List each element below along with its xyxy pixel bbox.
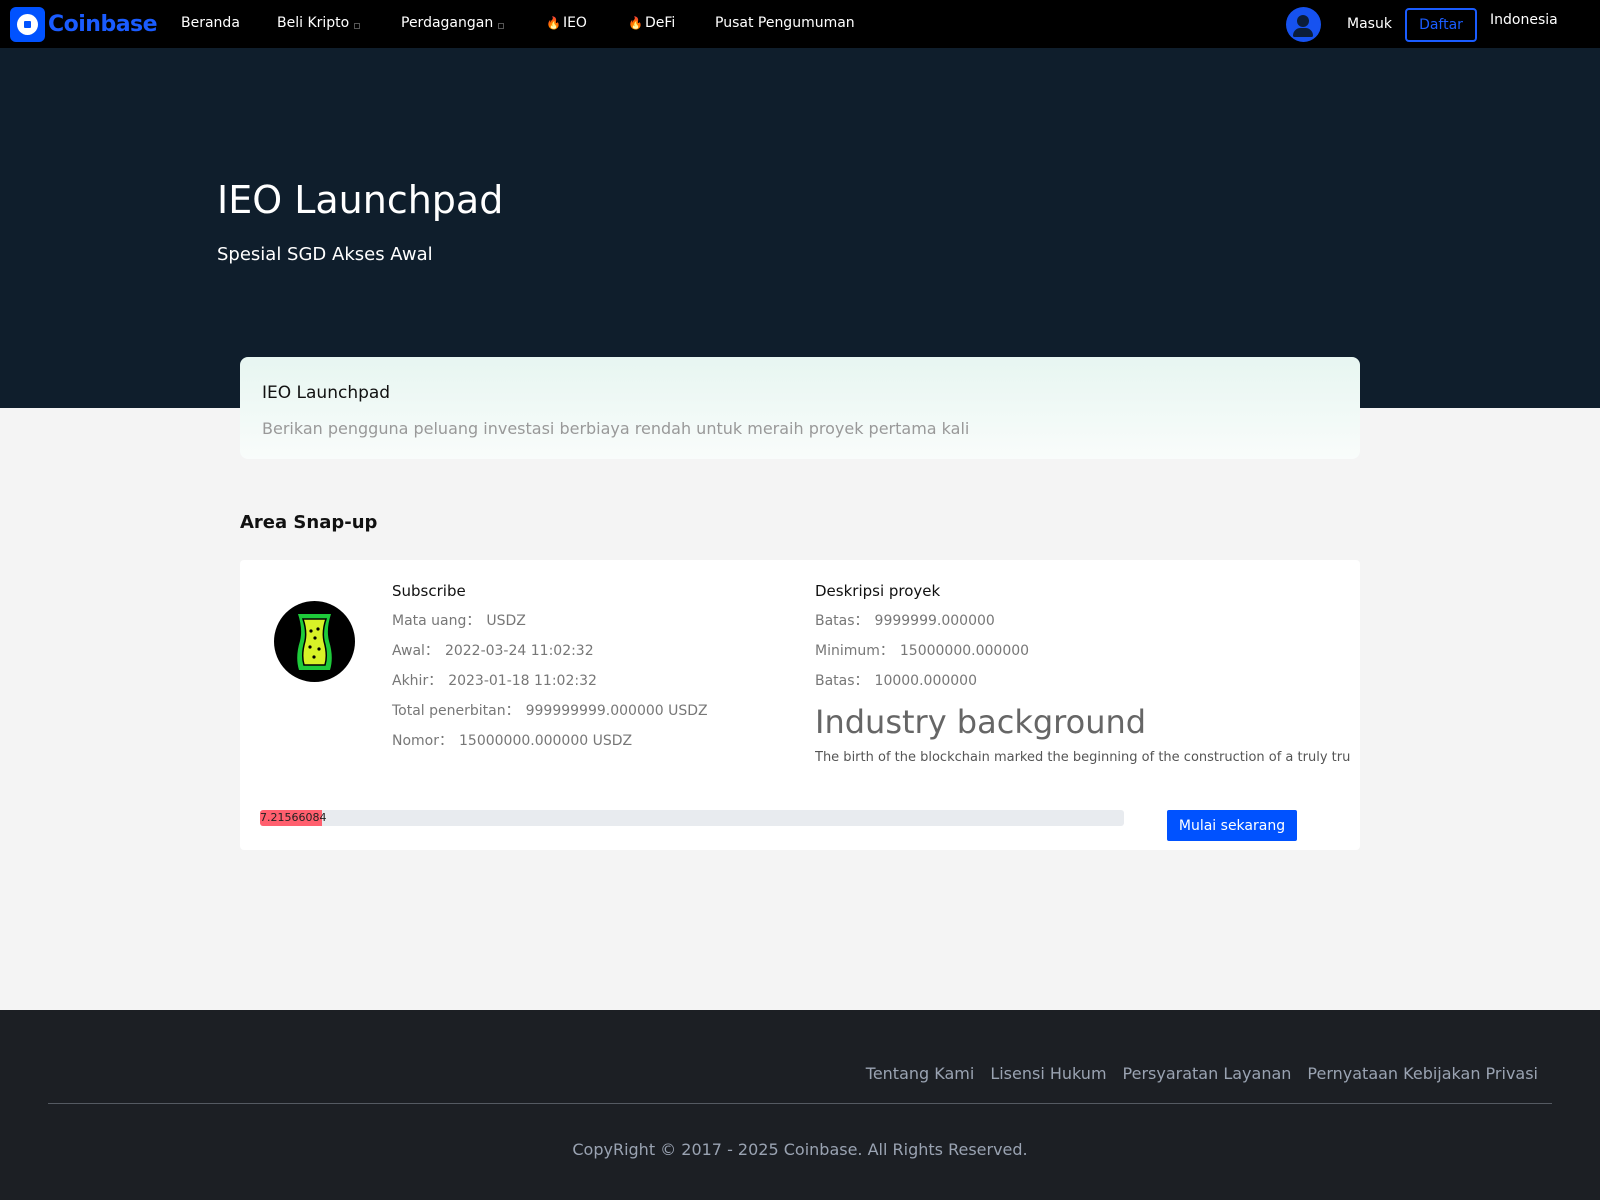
hero-banner: IEO Launchpad Spesial SGD Akses Awal <box>0 48 1600 408</box>
nav-item-defi[interactable]: 🔥 DeFi <box>628 15 675 31</box>
subscribe-info: Subscribe Mata uang： USDZ Awal： 2022-03-24… <box>392 576 792 756</box>
beer-glass-icon <box>274 601 355 682</box>
footer: Tentang Kami Lisensi Hukum Persyaratan L… <box>0 1010 1600 1200</box>
info-label: Nomor： <box>392 733 453 749</box>
footer-link-privacy[interactable]: Pernyataan Kebijakan Privasi <box>1307 1064 1538 1083</box>
footer-links: Tentang Kami Lisensi Hukum Persyaratan L… <box>866 1064 1538 1083</box>
nav-label: IEO <box>562 15 587 31</box>
intro-card: IEO Launchpad Berikan pengguna peluang i… <box>240 357 1360 459</box>
info-label: Batas： <box>815 673 869 689</box>
nav-item-beli-kripto[interactable]: Beli Kripto <box>277 15 361 31</box>
intro-description: Berikan pengguna peluang investasi berbi… <box>262 419 970 438</box>
nav-label: Beli Kripto <box>277 15 350 31</box>
language-selector[interactable]: Indonesia <box>1490 12 1558 28</box>
coinbase-logo-icon <box>10 6 45 42</box>
register-button[interactable]: Daftar <box>1405 8 1477 42</box>
info-row-limit: Batas： 9999999.000000 <box>815 606 1355 636</box>
subscribe-title: Subscribe <box>392 582 466 600</box>
industry-heading: Industry background <box>815 703 1147 741</box>
info-value: 15000000.000000 <box>899 643 1030 659</box>
project-card: Subscribe Mata uang： USDZ Awal： 2022-03-24… <box>240 560 1360 850</box>
info-row-minimum: Minimum： 15000000.000000 <box>815 636 1355 666</box>
brand-logo[interactable]: Coinbase <box>10 6 158 42</box>
page-title: IEO Launchpad <box>217 178 504 222</box>
nav-item-ieo[interactable]: 🔥 IEO <box>546 15 587 31</box>
footer-link-terms[interactable]: Persyaratan Layanan <box>1123 1064 1292 1083</box>
progress-label: 7.21566084 <box>260 811 327 824</box>
info-row-limit-2: Batas： 10000.000000 <box>815 666 1355 696</box>
description-title: Deskripsi proyek <box>815 582 941 600</box>
fire-icon: 🔥 <box>628 16 643 30</box>
info-label: Awal： <box>392 643 439 659</box>
info-value: 9999999.000000 <box>874 613 995 629</box>
start-now-button[interactable]: Mulai sekarang <box>1167 810 1297 841</box>
info-row-end: Akhir： 2023-01-18 11:02:32 <box>392 666 792 696</box>
nav-item-beranda[interactable]: Beranda <box>181 15 240 31</box>
nav-label: Pusat Pengumuman <box>715 15 855 31</box>
info-label: Batas： <box>815 613 869 629</box>
user-avatar-icon[interactable] <box>1286 7 1321 42</box>
nav-label: DeFi <box>644 15 676 31</box>
nav-label: Perdagangan <box>401 15 494 31</box>
info-value: 15000000.000000 USDZ <box>459 733 633 749</box>
footer-divider <box>48 1103 1552 1104</box>
info-label: Minimum： <box>815 643 894 659</box>
info-value: USDZ <box>486 613 526 629</box>
fire-icon: 🔥 <box>546 16 561 30</box>
dropdown-caret-icon <box>498 23 505 29</box>
intro-title: IEO Launchpad <box>262 383 391 403</box>
info-label: Total penerbitan： <box>392 703 520 719</box>
brand-name: Coinbase <box>48 11 158 37</box>
industry-text: The birth of the blockchain marked the b… <box>815 750 1351 765</box>
info-value: 999999999.000000 USDZ <box>525 703 708 719</box>
copyright-text: CopyRight © 2017 - 2025 Coinbase. All Ri… <box>572 1140 1028 1159</box>
info-row-total-issuance: Total penerbitan： 999999999.000000 USDZ <box>392 696 792 726</box>
info-label: Akhir： <box>392 673 443 689</box>
info-value: 10000.000000 <box>874 673 977 689</box>
footer-link-license[interactable]: Lisensi Hukum <box>990 1064 1106 1083</box>
project-description: Deskripsi proyek Batas： 9999999.000000 Mi… <box>815 576 1355 765</box>
avatar-body <box>1293 28 1313 37</box>
top-navbar: Coinbase Beranda Beli Kripto Perdagangan… <box>0 0 1600 48</box>
progress-fill: 7.21566084 <box>260 810 326 826</box>
info-row-number: Nomor： 15000000.000000 USDZ <box>392 726 792 756</box>
nav-label: Beranda <box>181 15 240 31</box>
page-subtitle: Spesial SGD Akses Awal <box>217 244 433 265</box>
info-row-start: Awal： 2022-03-24 11:02:32 <box>392 636 792 666</box>
footer-link-about[interactable]: Tentang Kami <box>866 1064 975 1083</box>
info-label: Mata uang： <box>392 613 481 629</box>
dropdown-caret-icon <box>354 23 361 29</box>
login-link[interactable]: Masuk <box>1347 16 1392 32</box>
avatar-head <box>1297 15 1309 27</box>
info-value: 2022-03-24 11:02:32 <box>444 643 594 659</box>
progress-bar: 7.21566084 <box>260 810 1124 826</box>
nav-item-perdagangan[interactable]: Perdagangan <box>401 15 505 31</box>
info-row-currency: Mata uang： USDZ <box>392 606 792 636</box>
nav-item-pusat-pengumuman[interactable]: Pusat Pengumuman <box>715 15 855 31</box>
info-value: 2023-01-18 11:02:32 <box>448 673 597 689</box>
section-title: Area Snap-up <box>240 512 378 533</box>
